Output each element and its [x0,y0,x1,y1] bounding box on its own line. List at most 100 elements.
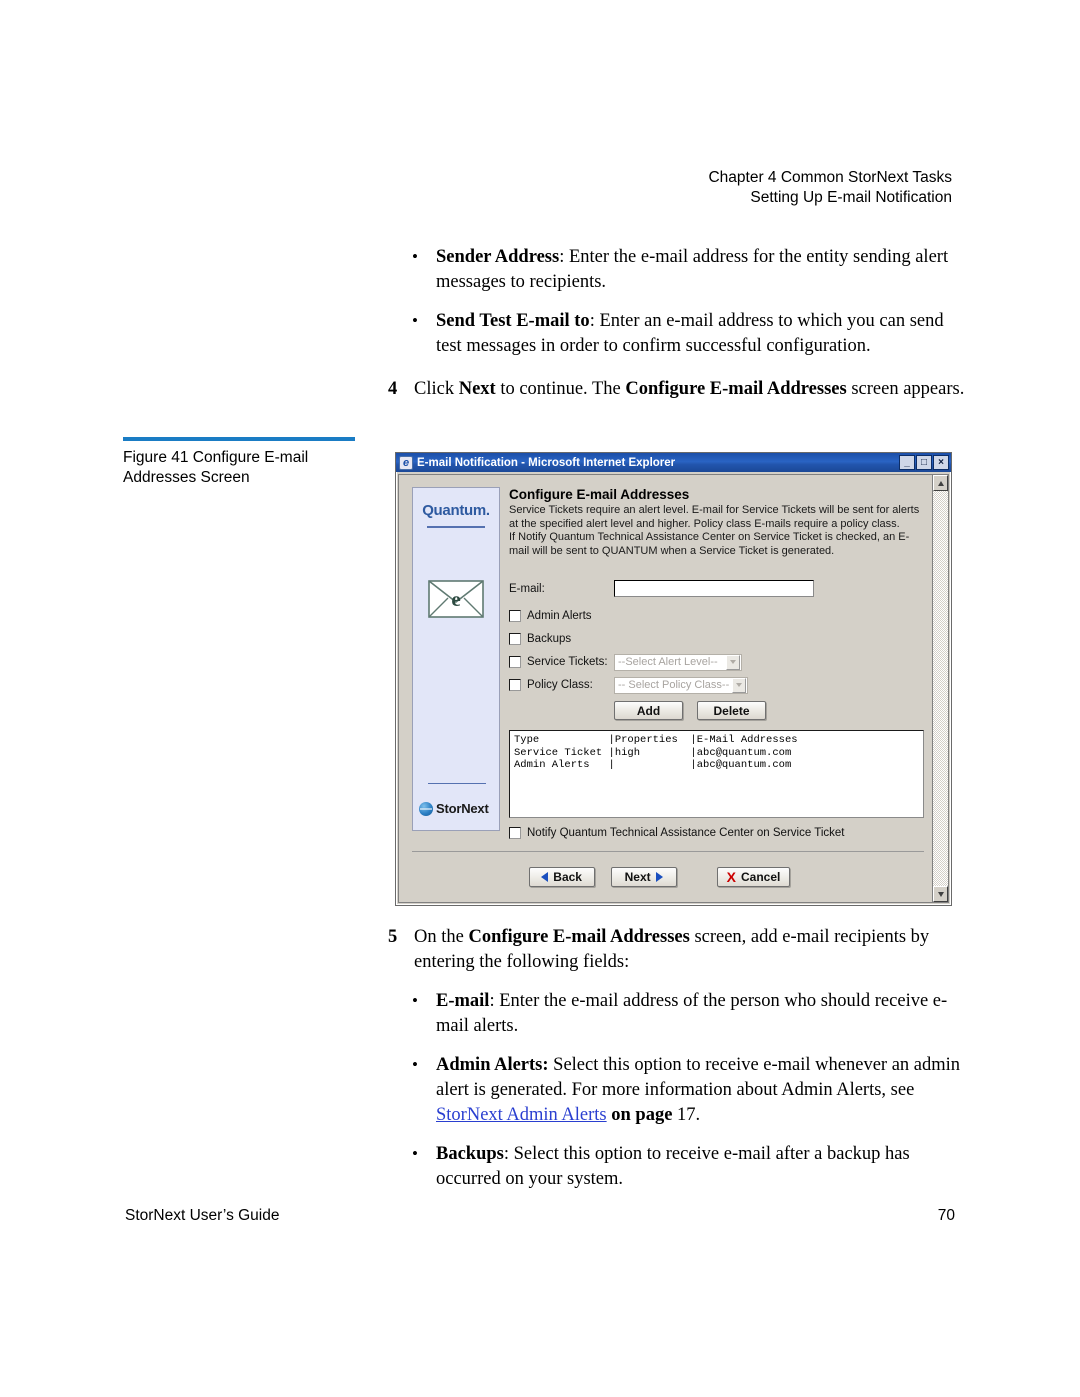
bullet-dot: • [412,991,418,1010]
next-button[interactable]: Next [610,867,677,887]
bullet4-term: Admin Alerts: [436,1055,549,1075]
dialog-description: Service Tickets require an alert level. … [509,504,924,558]
quantum-logo: Quantum. [422,502,490,519]
admin-alerts-row: Admin Alerts [509,607,924,625]
bullet4-tail-bold: on page [606,1105,678,1125]
logo-divider-top [427,526,485,528]
bullet-dot: • [412,247,418,266]
body-text-top: • Sender Address: Enter the e-mail addre… [388,245,966,416]
step4-bold1: Next [458,379,496,399]
backups-label: Backups [527,633,572,645]
close-button[interactable]: × [933,455,949,470]
maximize-button[interactable]: □ [916,455,932,470]
bullet3-text: : Enter the e-mail address of the person… [436,991,948,1036]
figure-caption: Figure 41 Configure E-mail Addresses Scr… [123,437,355,488]
admin-alerts-checkbox[interactable] [509,610,521,622]
bullet5-text: : Select this option to receive e-mail a… [436,1144,910,1189]
alert-level-select[interactable]: --Select Alert Level-- [614,653,742,671]
close-x-icon: X [726,869,736,885]
email-form: E-mail: Admin Alerts Backups Service Tic… [509,580,924,839]
recipients-table[interactable]: Type |Properties |E-Mail Addresses Servi… [509,730,924,818]
window-client-area: Quantum. e StorNext Configure E-mail Add… [398,474,949,903]
admin-alerts-label: Admin Alerts [527,610,592,622]
wizard-nav: Back Next X Cancel [399,867,924,887]
numbered-step-5: 5 On the Configure E-mail Addresses scre… [388,925,966,975]
notify-quantum-label: Notify Quantum Technical Assistance Cent… [527,827,845,839]
numbered-step-4: 4 Click Next to continue. The Configure … [388,377,966,402]
cancel-label: Cancel [740,870,781,884]
dialog-heading: Configure E-mail Addresses [509,487,690,502]
ie-window: e E-mail Notification - Microsoft Intern… [395,452,952,906]
stornext-admin-alerts-link[interactable]: StorNext Admin Alerts [436,1105,607,1125]
bullet-dot: • [412,1055,418,1074]
figure-rule [123,437,355,441]
vertical-scrollbar[interactable] [932,475,949,902]
add-delete-buttons: Add Delete [614,701,924,720]
step4-pre: Click [414,379,459,399]
arrow-left-icon [541,872,549,882]
running-header-line2: Setting Up E-mail Notification [750,188,952,206]
arrow-right-icon [655,872,663,882]
svg-text:e: e [451,587,460,611]
bullet-dot: • [412,311,418,330]
dialog-desc-line2: If Notify Quantum Technical Assistance C… [509,531,910,557]
body-text-bottom: 5 On the Configure E-mail Addresses scre… [388,925,966,1206]
dialog-divider [412,851,924,852]
step5-pre: On the [414,927,469,947]
bullet1-term: Sender Address [436,247,560,267]
minimize-button[interactable]: _ [899,455,915,470]
next-label: Next [624,870,651,884]
chevron-down-icon [726,654,740,670]
bullet4-tail: 17. [677,1105,701,1125]
service-tickets-checkbox[interactable] [509,656,521,668]
dialog-main-panel: Configure E-mail Addresses Service Ticke… [509,487,924,839]
bullet5-term: Backups [436,1144,504,1164]
list-item: • Admin Alerts: Select this option to re… [388,1053,966,1128]
list-item: • Sender Address: Enter the e-mail addre… [388,245,966,295]
policy-class-checkbox[interactable] [509,679,521,691]
stornext-logo: StorNext [419,801,489,816]
footer-guide-title: StorNext User’s Guide [125,1207,280,1224]
email-label: E-mail: [509,582,545,595]
email-input[interactable] [614,580,814,597]
dialog-body: Quantum. e StorNext Configure E-mail Add… [399,475,932,902]
logo-divider-bottom [428,782,486,784]
step-number: 4 [388,379,398,399]
dialog-desc-line1: Service Tickets require an alert level. … [509,504,920,530]
step-number: 5 [388,927,398,947]
policy-class-select[interactable]: -- Select Policy Class-- [614,676,748,694]
scroll-down-button[interactable] [933,886,948,902]
page-number: 70 [937,1207,955,1224]
policy-class-value: -- Select Policy Class-- [618,679,730,691]
notify-row: Notify Quantum Technical Assistance Cent… [509,827,924,839]
backups-checkbox[interactable] [509,633,521,645]
bullet3-term: E-mail [436,991,490,1011]
notify-quantum-checkbox[interactable] [509,827,521,839]
back-button[interactable]: Back [528,867,595,887]
back-label: Back [553,870,582,884]
service-tickets-label: Service Tickets: [527,656,608,668]
step4-post: screen appears. [846,379,965,399]
step5-bold1: Configure E-mail Addresses [468,927,690,947]
chevron-down-icon [732,677,746,693]
service-tickets-row: Service Tickets: --Select Alert Level-- [509,653,924,671]
policy-class-row: Policy Class: -- Select Policy Class-- [509,676,924,694]
step4-bold2: Configure E-mail Addresses [625,379,847,399]
figure-caption-text: Figure 41 Configure E-mail Addresses Scr… [123,449,309,486]
triangle-up-icon [937,480,944,486]
backups-row: Backups [509,630,924,648]
scroll-up-button[interactable] [933,475,948,491]
step4-mid: to continue. The [495,379,626,399]
list-item: • Backups: Select this option to receive… [388,1142,966,1192]
stornext-label: StorNext [436,801,489,816]
window-title: E-mail Notification - Microsoft Internet… [417,456,676,469]
bullet2-term: Send Test E-mail to [436,311,590,331]
alert-level-value: --Select Alert Level-- [618,656,718,668]
triangle-down-icon [937,891,944,897]
window-controls: _ □ × [899,455,949,470]
cancel-button[interactable]: X Cancel [716,867,791,887]
window-titlebar[interactable]: e E-mail Notification - Microsoft Intern… [396,453,951,472]
delete-button[interactable]: Delete [697,701,766,720]
add-button[interactable]: Add [614,701,683,720]
internet-explorer-icon: e [399,455,413,470]
